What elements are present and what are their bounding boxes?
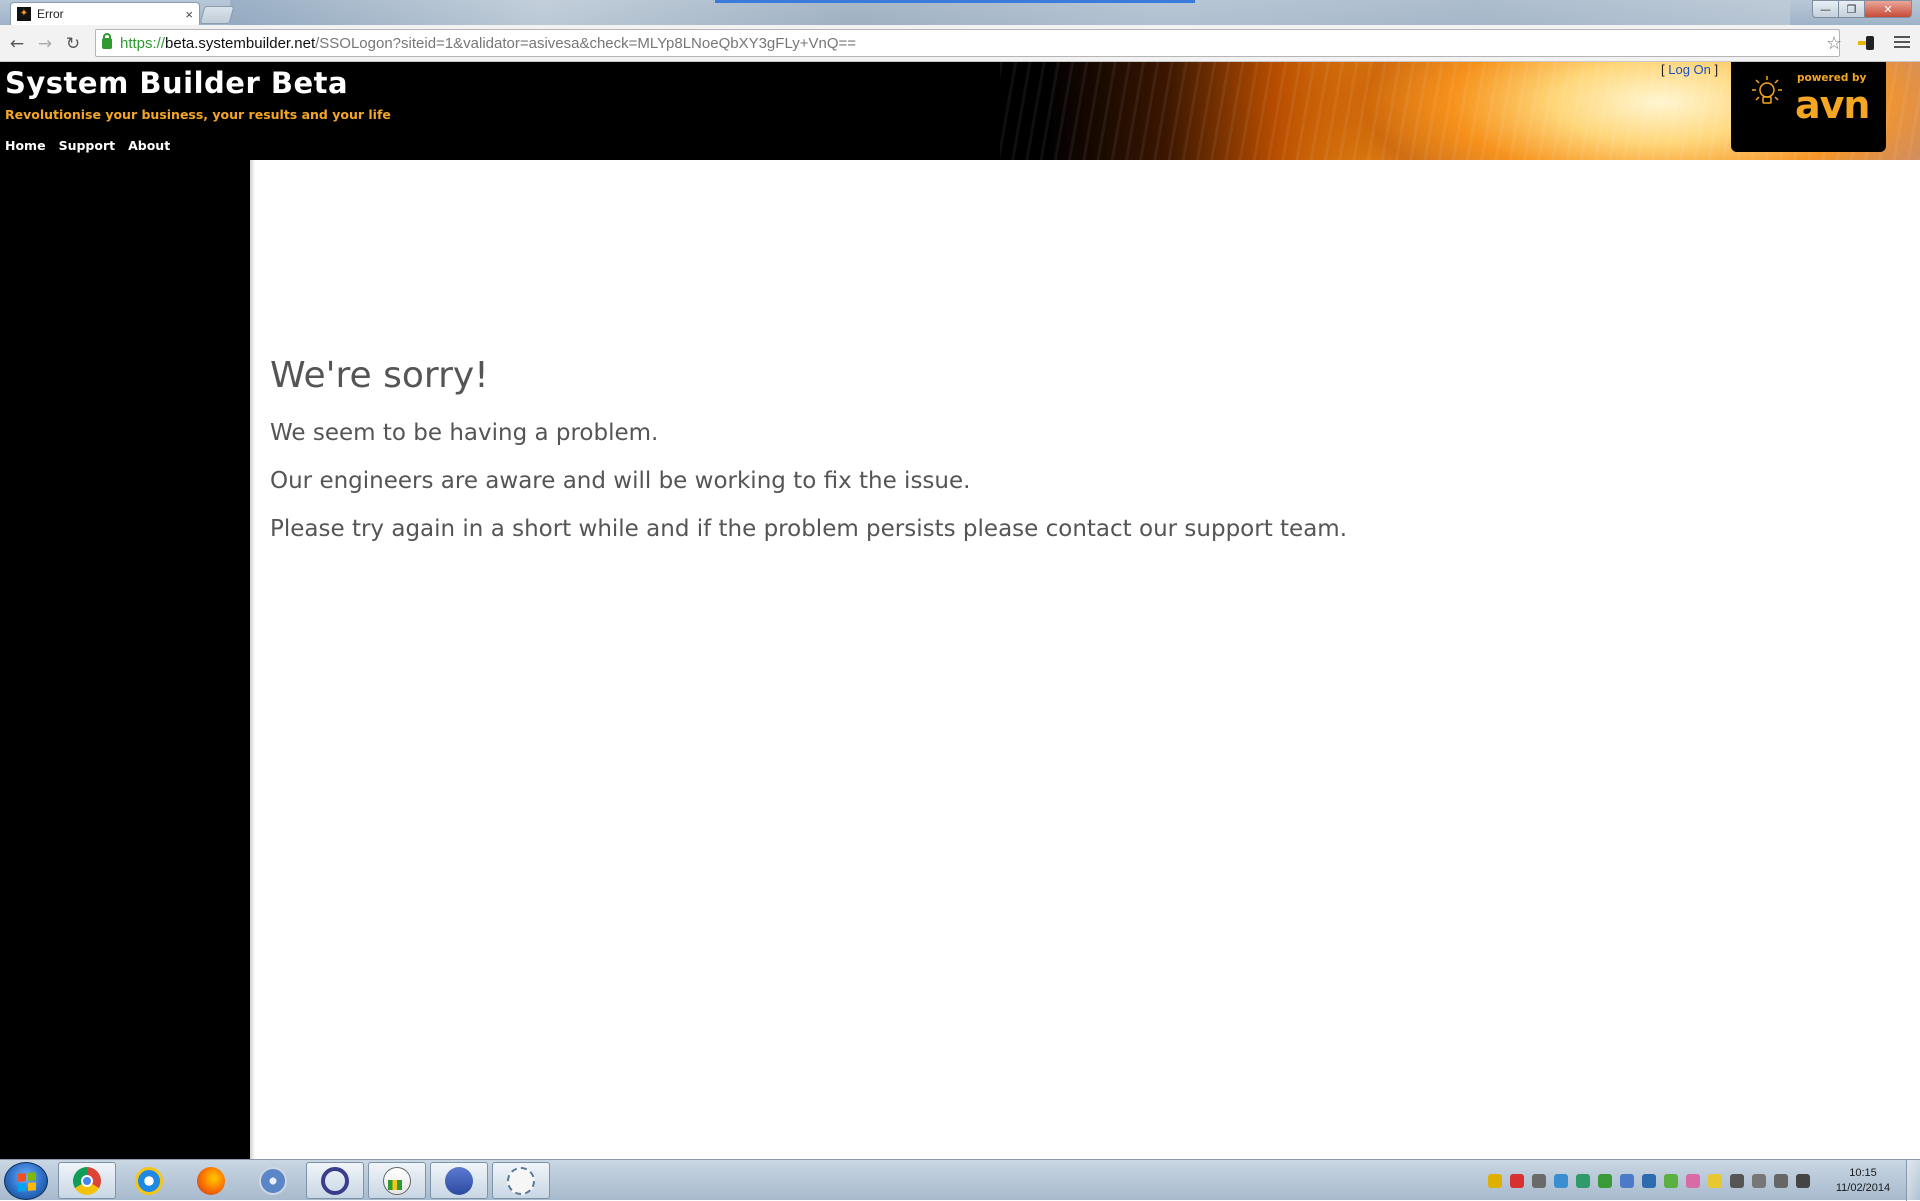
system-tray: [1488, 1172, 1810, 1190]
desktop-background-strip: [230, 0, 1790, 25]
taskbar-tools-app[interactable]: [492, 1162, 550, 1199]
start-button[interactable]: [4, 1162, 48, 1200]
taskbar-remote-desktop[interactable]: [430, 1162, 488, 1199]
site-title: System Builder Beta: [5, 66, 349, 100]
lightbulb-icon: [1752, 76, 1782, 104]
back-arrow-icon[interactable]: ←: [6, 33, 28, 55]
windows-logo-icon: [18, 1172, 36, 1192]
taskbar-globe-app[interactable]: [244, 1162, 302, 1199]
clock-date: 11/02/2014: [1835, 1182, 1891, 1194]
network-tray-icon[interactable]: [1576, 1174, 1590, 1188]
error-heading: We're sorry!: [270, 355, 489, 396]
url-path: /SSOLogon?siteid=1&validator=asivesa&che…: [315, 34, 857, 52]
main-content: We're sorry! We seem to be having a prob…: [255, 160, 1920, 1159]
tab-title: Error: [37, 7, 64, 21]
loading-indicator: [715, 0, 1195, 3]
nav-link-about[interactable]: About: [128, 138, 170, 153]
badge-brand-text: avn: [1795, 83, 1870, 127]
nvidia-tray-icon[interactable]: [1664, 1174, 1678, 1188]
sync-tray-icon[interactable]: [1598, 1174, 1612, 1188]
taskbar-project-app[interactable]: [368, 1162, 426, 1199]
taskbar-visual-studio[interactable]: [306, 1162, 364, 1199]
browser-menu-icon[interactable]: [1894, 34, 1910, 50]
logon-bracket-close: ]: [1710, 62, 1719, 77]
nav-link-support[interactable]: Support: [59, 138, 116, 153]
dropbox-tray-icon[interactable]: [1554, 1174, 1568, 1188]
error-message-line-3: Please try again in a short while and if…: [270, 516, 1348, 542]
windows-taskbar: 10:15 11/02/2014: [0, 1159, 1920, 1201]
keyboard-tray-icon[interactable]: [1532, 1174, 1546, 1188]
reload-icon[interactable]: ↻: [62, 33, 84, 55]
bulb-tray-icon[interactable]: [1708, 1174, 1722, 1188]
display-tray-icon[interactable]: [1774, 1174, 1788, 1188]
update-tray-icon[interactable]: [1620, 1174, 1634, 1188]
flag-tray-icon[interactable]: [1730, 1174, 1744, 1188]
visual-studio-icon: [321, 1166, 349, 1195]
error-message-line-2: Our engineers are aware and will be work…: [270, 468, 971, 494]
left-sidebar: [0, 160, 250, 1159]
site-nav: Home Support About: [5, 138, 170, 153]
error-message-line-1: We seem to be having a problem.: [270, 420, 659, 446]
taskbar-internet-explorer[interactable]: [120, 1162, 178, 1199]
nav-link-home[interactable]: Home: [5, 138, 46, 153]
browser-tab-strip: ✦ Error × — ❐ ✕: [0, 0, 1920, 25]
secure-lock-icon: [102, 32, 112, 49]
b-tray-icon[interactable]: [1510, 1174, 1524, 1188]
taskbar-chrome[interactable]: [58, 1162, 116, 1199]
tools-icon: [507, 1166, 535, 1195]
window-minimize-button[interactable]: —: [1812, 0, 1839, 18]
url-host: beta.systembuilder.net: [165, 34, 316, 52]
firefox-icon: [197, 1166, 225, 1195]
powered-by-avn-logo[interactable]: powered by avn: [1731, 62, 1886, 152]
show-desktop-button[interactable]: [1906, 1160, 1920, 1201]
browser-toolbar: ← → ↻ https://beta.systembuilder.net/SSO…: [0, 25, 1920, 62]
shield-tray-icon[interactable]: [1488, 1174, 1502, 1188]
battery-tray-icon[interactable]: [1752, 1174, 1766, 1188]
address-bar[interactable]: https://beta.systembuilder.net/SSOLogon?…: [95, 29, 1840, 57]
taskbar-firefox[interactable]: [182, 1162, 240, 1199]
tab-close-icon[interactable]: ×: [185, 7, 193, 22]
window-close-button[interactable]: ✕: [1864, 0, 1912, 18]
taskbar-clock[interactable]: 10:15 11/02/2014: [1828, 1166, 1898, 1196]
logon-area: [ Log On ]: [1661, 62, 1718, 77]
project-icon: [383, 1166, 411, 1195]
internet-explorer-icon: [135, 1166, 163, 1195]
forward-arrow-icon[interactable]: →: [34, 33, 56, 55]
bookmark-star-icon[interactable]: ☆: [1826, 33, 1842, 54]
window-restore-button[interactable]: ❐: [1838, 0, 1865, 18]
site-tagline: Revolutionise your business, your result…: [5, 107, 391, 122]
url-scheme: https://: [120, 34, 166, 52]
avatar-tray-icon[interactable]: [1686, 1174, 1700, 1188]
clock-time: 10:15: [1849, 1167, 1877, 1179]
chrome-icon: [73, 1166, 101, 1195]
browser-tab-active[interactable]: ✦ Error ×: [10, 2, 200, 25]
globe-icon: [259, 1166, 287, 1195]
new-tab-button[interactable]: [199, 6, 235, 24]
remote-desktop-icon: [445, 1166, 473, 1195]
site-favicon-icon: ✦: [17, 7, 31, 21]
monitor-tray-icon[interactable]: [1642, 1174, 1656, 1188]
volume-tray-icon[interactable]: [1796, 1174, 1810, 1188]
logon-link[interactable]: Log On: [1668, 62, 1711, 77]
site-header: System Builder Beta Revolutionise your b…: [0, 62, 1920, 160]
extension-icon[interactable]: [1858, 32, 1881, 54]
